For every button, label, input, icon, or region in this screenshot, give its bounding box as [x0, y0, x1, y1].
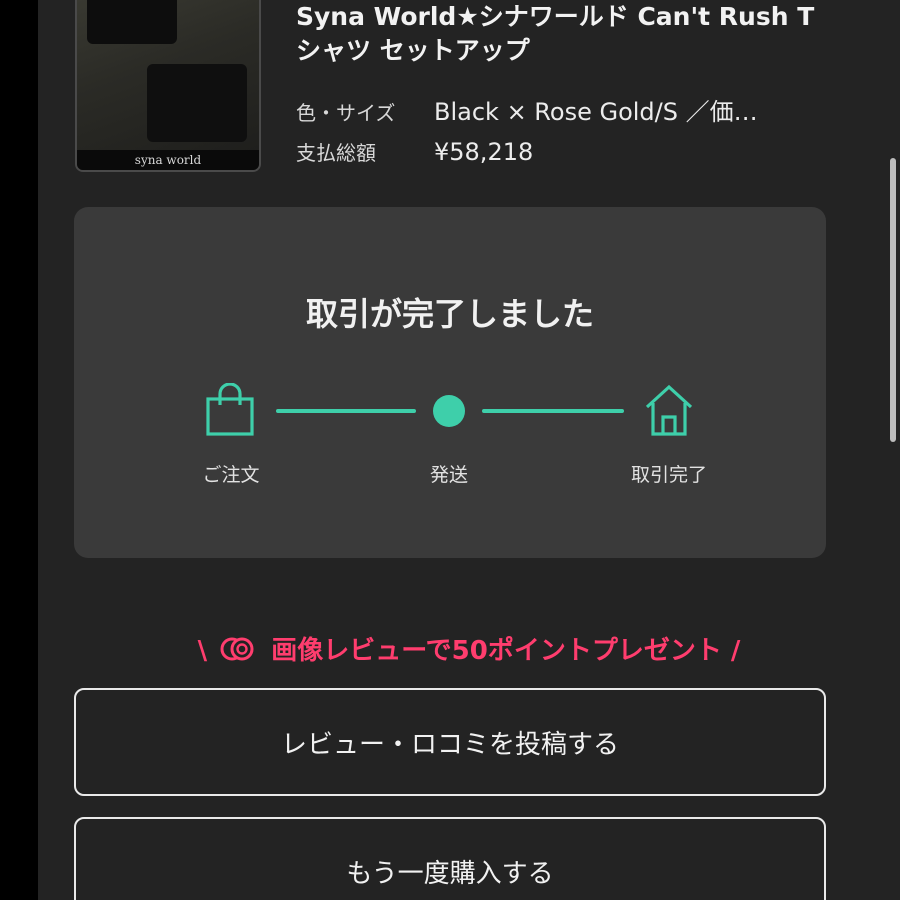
review-points-promo: \ 画像レビューで50ポイントプレゼント /	[38, 630, 900, 667]
promo-prefix: \	[197, 636, 208, 666]
post-review-label: レビュー・ロコミを投稿する	[280, 729, 619, 760]
total-label: 支払総額	[296, 141, 376, 165]
thumbnail-caption: syna world	[77, 150, 259, 170]
step-label-completed: 取引完了	[630, 464, 707, 486]
thumbnail-shirt-shape	[87, 0, 177, 44]
thumbnail-shorts-shape	[147, 64, 247, 142]
points-coin-icon	[220, 637, 254, 661]
product-thumbnail[interactable]: syna world	[75, 0, 261, 172]
product-title[interactable]: Syna World★シナワールド Can't Rush Tシャツ セットアップ	[296, 0, 816, 68]
promo-text: 画像レビューで50ポイントプレゼント	[271, 636, 722, 666]
transaction-status-card: 取引が完了しました ご注文 発送 取引完了	[74, 207, 826, 558]
total-row: 支払総額 ¥58,218	[296, 137, 533, 166]
dot-icon	[433, 395, 465, 427]
order-detail-screen: syna world Syna World★シナワールド Can't Rush …	[38, 0, 900, 900]
variant-row: 色・サイズ Black × Rose Gold/S ／価…	[296, 92, 758, 127]
progress-line-2	[482, 409, 624, 413]
buy-again-button[interactable]: もう一度購入する	[74, 817, 826, 900]
house-icon	[645, 384, 693, 436]
progress-line-1	[276, 409, 416, 413]
variant-value: Black × Rose Gold/S ／価…	[434, 98, 758, 126]
shopping-bag-icon	[206, 383, 254, 436]
variant-label: 色・サイズ	[296, 101, 396, 125]
buy-again-label: もう一度購入する	[346, 858, 554, 889]
scrollbar[interactable]	[890, 158, 896, 442]
step-label-shipped: 発送	[429, 464, 468, 486]
total-value: ¥58,218	[434, 138, 534, 166]
promo-suffix: /	[730, 636, 741, 666]
status-title: 取引が完了しました	[305, 295, 594, 333]
post-review-button[interactable]: レビュー・ロコミを投稿する	[74, 688, 826, 796]
step-label-ordered: ご注文	[202, 464, 260, 486]
